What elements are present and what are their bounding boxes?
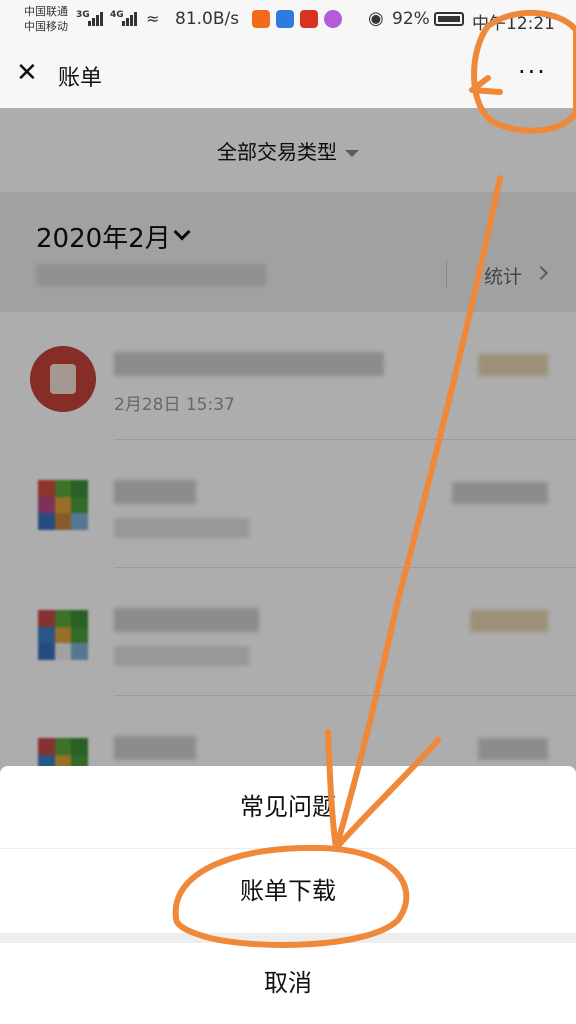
download-bill-button[interactable]: 账单下载 (0, 849, 576, 933)
carrier-1: 中国联通 (24, 5, 68, 18)
network-speed: 81.0B/s (175, 9, 240, 29)
cancel-button[interactable]: 取消 (0, 943, 576, 1024)
faq-button[interactable]: 常见问题 (0, 766, 576, 848)
close-icon[interactable]: ✕ (16, 60, 38, 86)
carrier-names: 中国联通 中国移动 (24, 4, 68, 34)
more-options-button[interactable]: ··· (518, 58, 547, 86)
signal-icon-2 (122, 10, 140, 26)
eye-comfort-icon: ◉ (368, 8, 384, 29)
battery-percent: 92% (392, 9, 430, 29)
action-sheet: 常见问题 账单下载 取消 (0, 766, 576, 1024)
app-notification-icon (300, 10, 318, 28)
status-bar: 中国联通 中国移动 3G 4G ≈ 81.0B/s ◉ 92% 中午12:21 (0, 0, 576, 40)
app-notification-icon (252, 10, 270, 28)
wifi-icon: ≈ (146, 9, 160, 28)
page-title: 账单 (58, 66, 103, 91)
clock: 中午12:21 (472, 14, 555, 34)
battery-icon (434, 12, 464, 26)
app-notification-icon (276, 10, 294, 28)
nav-bar: ✕ 账单 ··· (0, 40, 576, 108)
signal-icon-1 (88, 10, 106, 26)
carrier-2: 中国移动 (24, 20, 68, 33)
app-notification-icon (324, 10, 342, 28)
